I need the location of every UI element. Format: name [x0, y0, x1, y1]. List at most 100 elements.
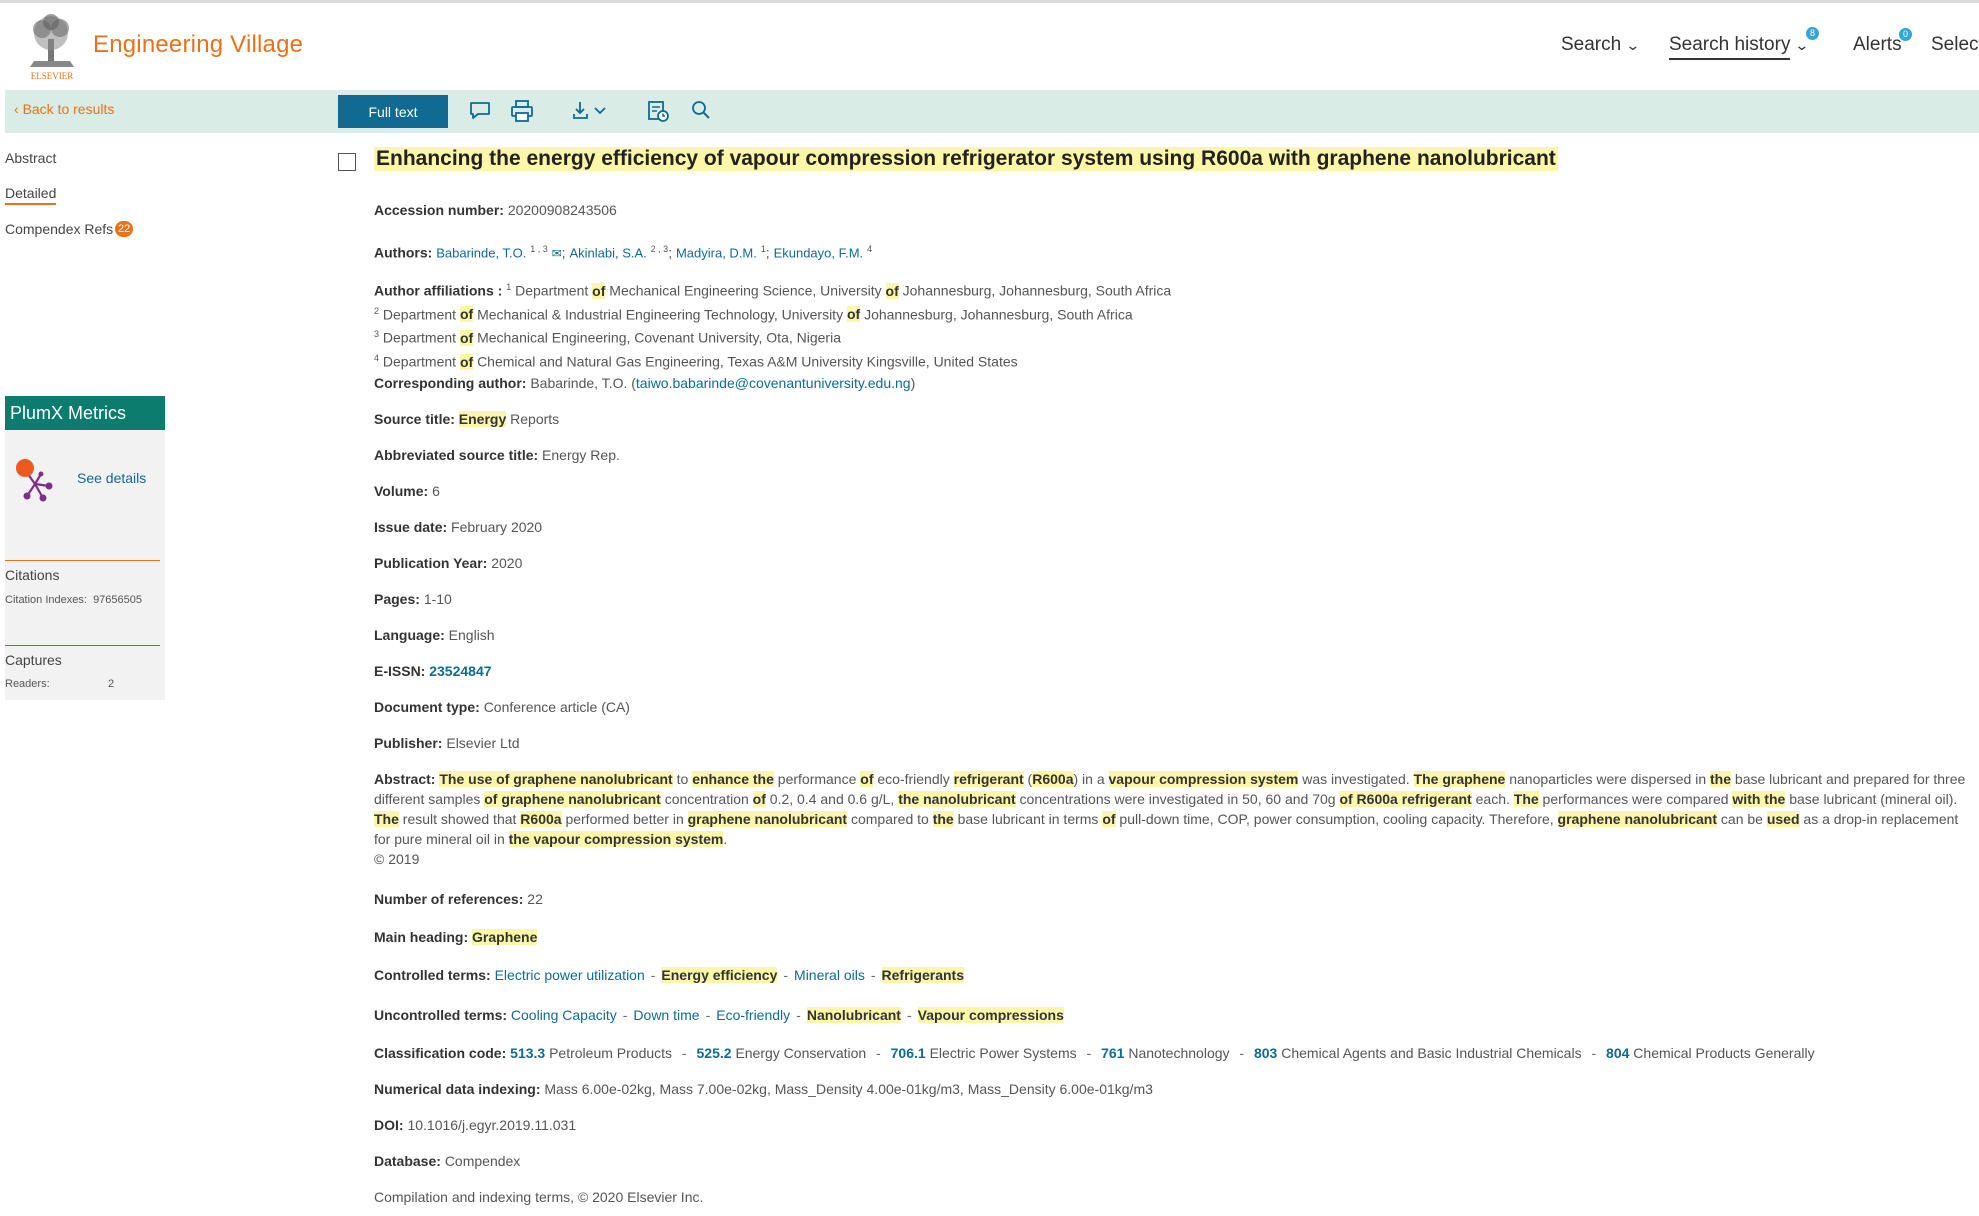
controlled-terms: Controlled terms: Electric power utiliza…: [374, 967, 964, 983]
issue-date: Issue date: February 2020: [374, 519, 543, 535]
volume: Volume: 6: [374, 483, 440, 499]
abstract-text: was investigated.: [1298, 771, 1414, 787]
author-link[interactable]: Akinlabi, S.A.: [569, 246, 646, 261]
select-record-checkbox[interactable]: [338, 153, 356, 171]
abstract-text: pull-down time, COP, power consumption, …: [1115, 811, 1558, 827]
controlled-term-link[interactable]: Mineral oils: [794, 967, 865, 983]
abstract-highlight: R600a: [1032, 771, 1074, 787]
back-to-results-link[interactable]: ‹ Back to results: [14, 101, 114, 117]
abstract-highlight: refrigerant: [953, 771, 1024, 787]
corresponding-email-link[interactable]: taiwo.babarinde@covenantuniversity.edu.n…: [636, 375, 911, 391]
corresponding-author: Corresponding author: Babarinde, T.O. (t…: [374, 375, 916, 391]
abstract-highlight: with the: [1732, 791, 1786, 807]
nav-select[interactable]: Select: [1931, 34, 1979, 56]
nav-search-history[interactable]: Search history ⌄: [1669, 34, 1810, 60]
save-to-folder-icon[interactable]: [645, 98, 671, 124]
plumx-title: PlumX Metrics: [5, 396, 165, 430]
refs-count-badge: 22: [115, 221, 134, 237]
uncontrolled-term-link[interactable]: Vapour compressions: [917, 1007, 1064, 1023]
author-link[interactable]: Madyira, D.M.: [676, 246, 757, 261]
classification-code-link[interactable]: 706.1: [891, 1045, 926, 1061]
uncontrolled-term-link[interactable]: Cooling Capacity: [511, 1007, 617, 1023]
download-icon[interactable]: [571, 98, 611, 124]
controlled-term-link[interactable]: Electric power utilization: [495, 967, 645, 983]
record-title[interactable]: Enhancing the energy efficiency of vapou…: [374, 147, 1558, 171]
abstract-highlight: graphene nanolubricant: [687, 811, 848, 827]
author-link[interactable]: Babarinde, T.O.: [436, 246, 526, 261]
abbreviated-source-title: Abbreviated source title: Energy Rep.: [374, 447, 620, 463]
main-heading-link[interactable]: Graphene: [472, 929, 538, 945]
language: Language: English: [374, 627, 495, 643]
e-issn-link[interactable]: 23524847: [429, 663, 491, 679]
abstract-highlight: the vapour compression system: [508, 831, 724, 847]
svg-text:ELSEVIER: ELSEVIER: [31, 71, 74, 81]
full-text-button[interactable]: Full text: [338, 95, 448, 128]
abstract-text: compared to: [847, 811, 933, 827]
nav-alerts[interactable]: Alerts: [1853, 34, 1902, 56]
doi: DOI: 10.1016/j.egyr.2019.11.031: [374, 1117, 577, 1133]
alerts-badge: 0: [1899, 28, 1912, 41]
chevron-left-icon: ‹: [14, 101, 23, 117]
number-of-references: Number of references: 22: [374, 891, 543, 907]
source-title: Source title: Energy Reports: [374, 411, 560, 427]
abstract-highlight: The: [374, 811, 399, 827]
sidebar-item-compendex-refs[interactable]: Compendex Refs 22: [5, 221, 134, 237]
citations-divider: [5, 560, 160, 561]
captures-title: Captures: [5, 652, 62, 668]
abstract-highlight: graphene nanolubricant: [1557, 811, 1718, 827]
abstract-text: performance: [773, 771, 861, 787]
chevron-down-icon: ⌄: [1625, 37, 1641, 53]
abstract-highlight: of graphene nanolubricant: [484, 791, 661, 807]
see-details-link[interactable]: See details: [77, 470, 146, 486]
uncontrolled-term-link[interactable]: Down time: [633, 1007, 699, 1023]
uncontrolled-terms: Uncontrolled terms: Cooling Capacity - Dow…: [374, 1007, 1064, 1023]
abstract-highlight: used: [1766, 811, 1800, 827]
abstract-text: 0.2, 0.4 and 0.6 g/L,: [765, 791, 899, 807]
abstract-text: performances were compared: [1538, 791, 1733, 807]
search-history-badge: 8: [1806, 27, 1819, 40]
sidebar-item-abstract[interactable]: Abstract: [5, 150, 56, 166]
classification-code-link[interactable]: 761: [1101, 1045, 1124, 1061]
abstract-text: concentrations were investigated in 50, …: [1015, 791, 1340, 807]
plumx-widget: PlumX Metrics See details Citations Cita…: [5, 396, 165, 700]
uncontrolled-term-link[interactable]: Eco-friendly: [716, 1007, 790, 1023]
abstract-highlight: of: [1102, 811, 1116, 827]
abstract-copyright: © 2019: [374, 851, 420, 867]
publication-year: Publication Year: 2020: [374, 555, 523, 571]
abstract-text: eco-friendly: [873, 771, 954, 787]
classification-code-link[interactable]: 803: [1254, 1045, 1277, 1061]
print-icon[interactable]: [509, 98, 535, 124]
abstract-text: nanoparticles were dispersed in: [1505, 771, 1711, 787]
abstract-highlight: vapour compression system: [1108, 771, 1299, 787]
abstract-text: each.: [1471, 791, 1514, 807]
abstract-text: to: [672, 771, 693, 787]
classification-code-link[interactable]: 513.3: [510, 1045, 545, 1061]
classification-code-link[interactable]: 525.2: [697, 1045, 732, 1061]
abstract-text: result showed that: [398, 811, 521, 827]
author-link[interactable]: Ekundayo, F.M.: [774, 246, 864, 261]
comment-icon[interactable]: [467, 98, 493, 124]
chevron-down-icon: ⌄: [1794, 37, 1810, 53]
nav-search[interactable]: Search ⌄: [1561, 34, 1641, 56]
search-icon[interactable]: [688, 98, 714, 124]
accession-number: Accession number: 20200908243506: [374, 202, 617, 218]
e-issn: E-ISSN: 23524847: [374, 663, 492, 679]
abstract-text: base lubricant (mineral oil).: [1785, 791, 1958, 807]
captures-divider: [5, 645, 160, 646]
controlled-term-link[interactable]: Refrigerants: [881, 967, 964, 983]
record-toolbar: ‹ Back to results Full text: [5, 90, 1979, 133]
main-heading: Main heading: Graphene: [374, 929, 538, 945]
abstract-highlight: the: [932, 811, 954, 827]
numerical-data-indexing: Numerical data indexing: Mass 6.00e-02kg…: [374, 1081, 1153, 1097]
uncontrolled-term-link[interactable]: Nanolubricant: [806, 1007, 901, 1023]
abstract-highlight: The graphene: [1413, 771, 1506, 787]
brand-title[interactable]: Engineering Village: [93, 31, 303, 59]
elsevier-logo[interactable]: ELSEVIER: [20, 13, 84, 81]
publisher: Publisher: Elsevier Ltd: [374, 735, 520, 751]
email-icon[interactable]: ✉: [552, 247, 562, 261]
controlled-term-link[interactable]: Energy efficiency: [661, 967, 778, 983]
sidebar-item-detailed[interactable]: Detailed: [5, 185, 57, 205]
abstract-text: .: [723, 831, 728, 847]
classification-code-link[interactable]: 804: [1606, 1045, 1629, 1061]
abstract-highlight: R600a: [520, 811, 562, 827]
